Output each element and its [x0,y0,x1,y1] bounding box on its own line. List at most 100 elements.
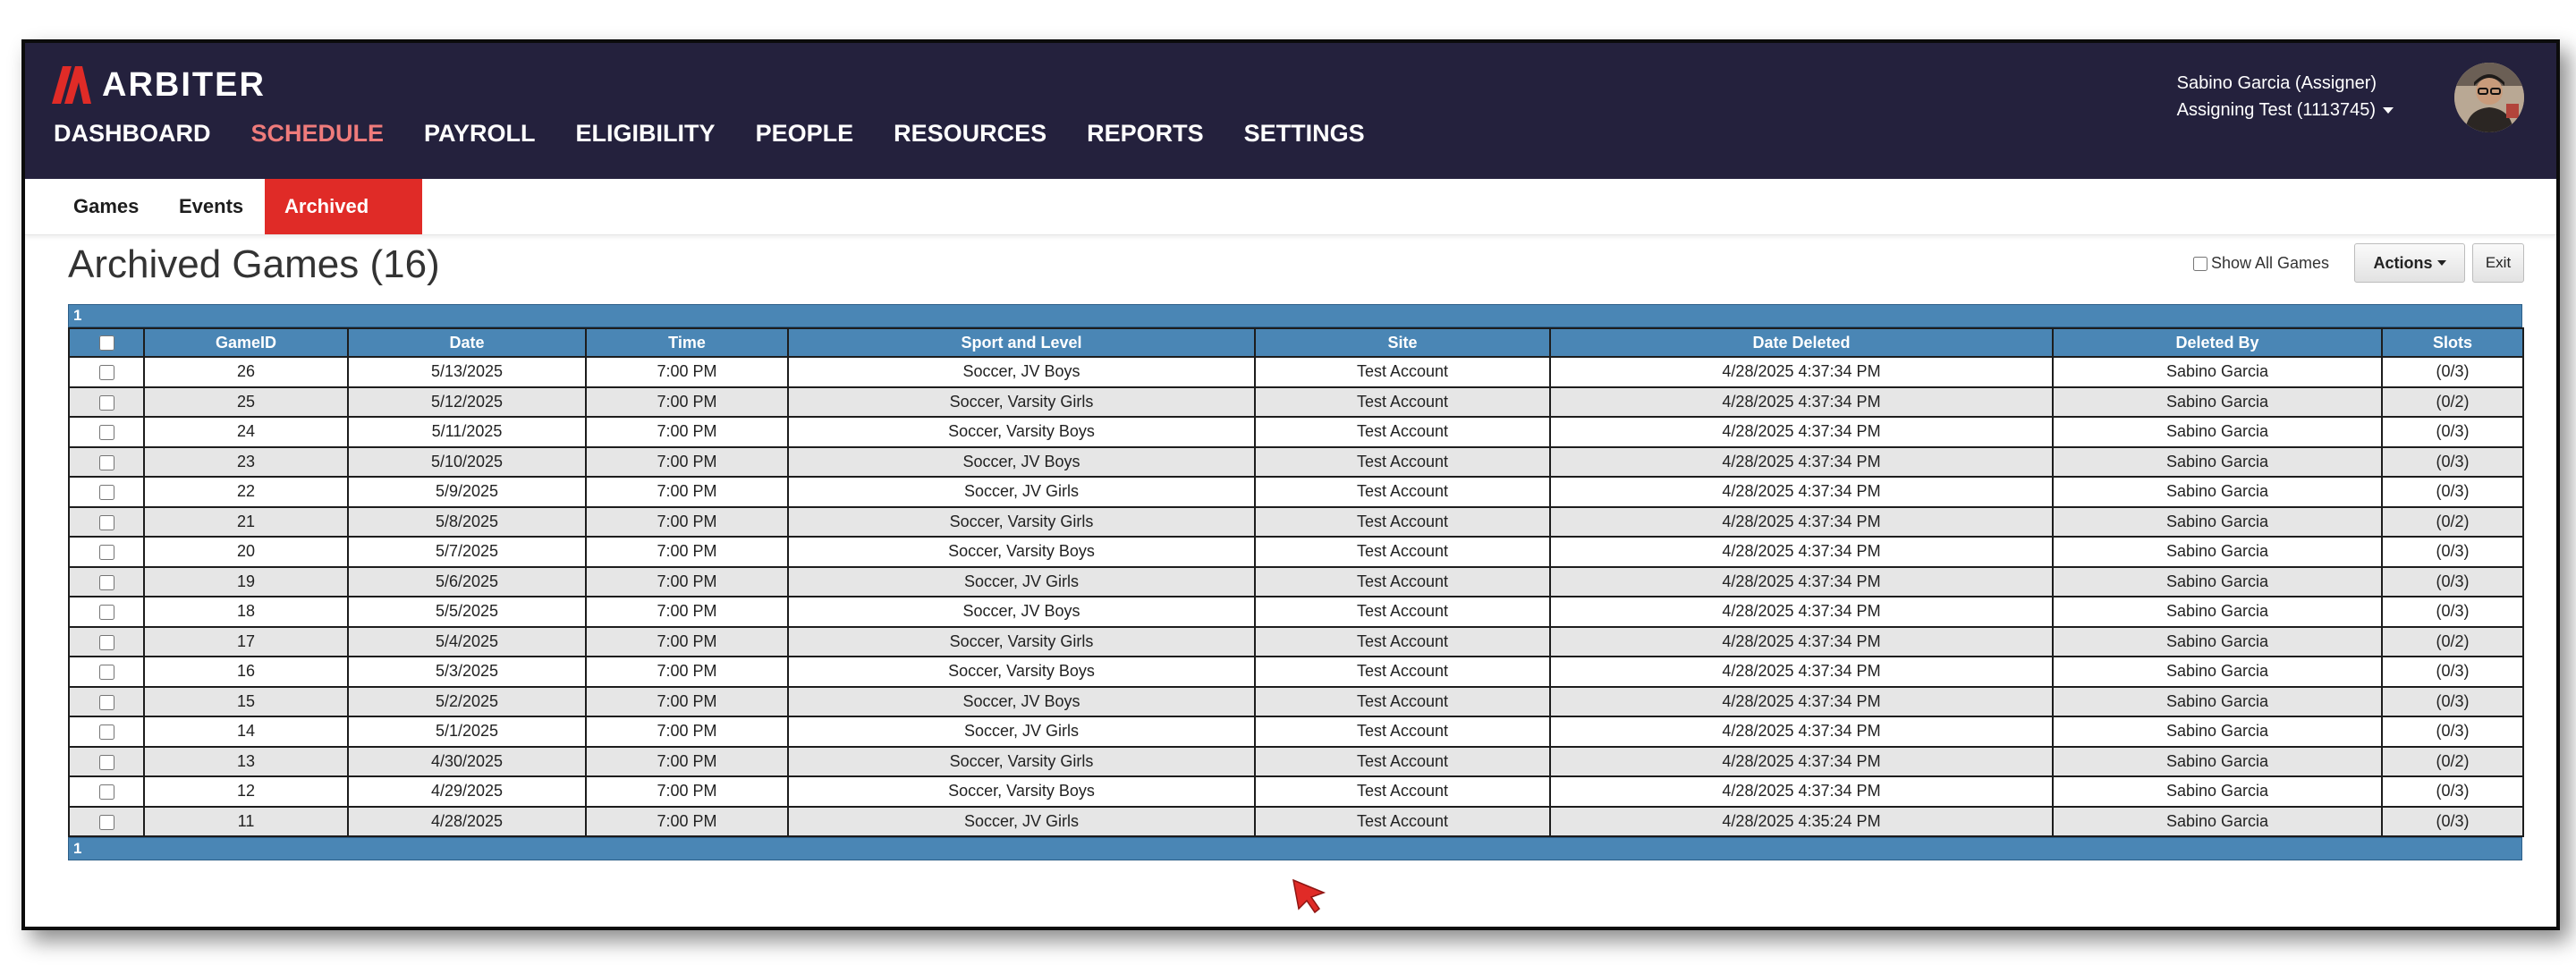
column-header-sport-level[interactable]: Sport and Level [787,327,1256,358]
row-select-cell [68,476,145,508]
nav-payroll[interactable]: PAYROLL [424,120,536,147]
column-header-deleted-by[interactable]: Deleted By [2052,327,2383,358]
row-select-checkbox[interactable] [98,514,114,530]
show-all-games-checkbox[interactable] [2193,256,2207,271]
user-name-role: Sabino Garcia (Assigner) [2176,73,2377,93]
row-select-cell [68,416,145,448]
table-row[interactable]: 20 5/7/2025 7:00 PM Soccer, Varsity Boys Tes… [68,536,2524,568]
nav-resources[interactable]: RESOURCES [894,120,1046,147]
cell-gameid: 15 [143,685,349,717]
cell-site: Test Account [1254,775,1551,808]
tab-events[interactable]: Events [159,179,263,234]
row-select-cell [68,656,145,688]
nav-schedule[interactable]: SCHEDULE [251,120,385,147]
table-row[interactable]: 18 5/5/2025 7:00 PM Soccer, JV Boys Test Acc… [68,596,2524,628]
cell-date-deleted: 4/28/2025 4:37:34 PM [1549,445,2054,478]
cell-date: 5/2/2025 [347,685,587,717]
row-select-checkbox[interactable] [98,394,114,411]
row-select-checkbox[interactable] [98,574,114,590]
nav-people[interactable]: PEOPLE [756,120,854,147]
row-select-checkbox[interactable] [98,694,114,710]
cell-date-deleted: 4/28/2025 4:37:34 PM [1549,416,2054,448]
cell-slots: (0/3) [2381,356,2524,388]
row-select-checkbox[interactable] [98,545,114,560]
caret-down-icon [2383,107,2394,114]
cell-date-deleted: 4/28/2025 4:37:34 PM [1549,476,2054,508]
select-all-checkbox[interactable] [98,335,114,352]
row-select-checkbox[interactable] [98,485,114,500]
tab-games[interactable]: Games [54,179,158,234]
table-row[interactable]: 15 5/2/2025 7:00 PM Soccer, JV Boys Test Acc… [68,685,2524,717]
cell-site: Test Account [1254,685,1551,717]
account-selector[interactable]: Assigning Test (1113745) [2177,97,2394,123]
row-select-cell [68,386,145,418]
row-select-checkbox[interactable] [98,665,114,680]
row-select-checkbox[interactable] [98,425,114,440]
table-row[interactable]: 19 5/6/2025 7:00 PM Soccer, JV Girls Test Ac… [68,565,2524,597]
tab-archived-games[interactable]: Archived Games [265,179,422,273]
table-row[interactable]: 17 5/4/2025 7:00 PM Soccer, Varsity Girls Te… [68,625,2524,657]
nav-settings[interactable]: SETTINGS [1244,120,1365,147]
cell-slots: (0/3) [2381,805,2524,837]
table-row[interactable]: 21 5/8/2025 7:00 PM Soccer, Varsity Girls Te… [68,505,2524,538]
cell-slots: (0/3) [2381,536,2524,568]
cell-site: Test Account [1254,716,1551,748]
column-header-gameid[interactable]: GameID [143,327,349,358]
cell-gameid: 24 [143,416,349,448]
table-row[interactable]: 25 5/12/2025 7:00 PM Soccer, Varsity Girls T… [68,386,2524,418]
table-row[interactable]: 16 5/3/2025 7:00 PM Soccer, Varsity Boys Tes… [68,656,2524,688]
actions-label: Actions [2373,253,2433,272]
cell-sport-level: Soccer, JV Boys [787,445,1256,478]
cell-slots: (0/3) [2381,656,2524,688]
column-header-slots[interactable]: Slots [2381,327,2524,358]
row-select-cell [68,625,145,657]
cell-site: Test Account [1254,386,1551,418]
nav-reports[interactable]: REPORTS [1087,120,1204,147]
row-select-checkbox[interactable] [98,365,114,380]
cell-site: Test Account [1254,505,1551,538]
user-menu[interactable]: Sabino Garcia (Assigner) Assigning Test … [2177,70,2394,123]
table-row[interactable]: 14 5/1/2025 7:00 PM Soccer, JV Girls Test Ac… [68,716,2524,748]
cell-site: Test Account [1254,745,1551,777]
cell-deleted-by: Sabino Garcia [2052,596,2383,628]
sub-nav: Games Events Archived Games [25,179,2556,273]
row-select-checkbox[interactable] [98,814,114,830]
cell-gameid: 20 [143,536,349,568]
column-header-site[interactable]: Site [1254,327,1551,358]
table-row[interactable]: 22 5/9/2025 7:00 PM Soccer, JV Girls Test Ac… [68,476,2524,508]
cell-slots: (0/3) [2381,775,2524,808]
nav-eligibility[interactable]: ELIGIBILITY [576,120,716,147]
table-row[interactable]: 26 5/13/2025 7:00 PM Soccer, JV Boys Test Ac… [68,356,2524,388]
cell-date-deleted: 4/28/2025 4:35:24 PM [1549,805,2054,837]
cell-date-deleted: 4/28/2025 4:37:34 PM [1549,685,2054,717]
actions-button[interactable]: Actions [2354,243,2465,283]
row-select-checkbox[interactable] [98,454,114,470]
cell-date: 4/30/2025 [347,745,587,777]
cell-date: 5/1/2025 [347,716,587,748]
table-row[interactable]: 12 4/29/2025 7:00 PM Soccer, Varsity Boys Te… [68,775,2524,808]
brand-logo[interactable]: ARBITER [52,66,266,104]
exit-button[interactable]: Exit [2472,243,2524,283]
show-all-games-toggle[interactable]: Show All Games [2193,254,2329,273]
cell-sport-level: Soccer, Varsity Girls [787,745,1256,777]
user-avatar[interactable] [2454,63,2524,132]
row-select-checkbox[interactable] [98,784,114,800]
pager-page-link[interactable]: 1 [73,840,81,857]
row-select-checkbox[interactable] [98,724,114,740]
row-select-checkbox[interactable] [98,754,114,770]
nav-dashboard[interactable]: DASHBOARD [54,120,211,147]
table-row[interactable]: 11 4/28/2025 7:00 PM Soccer, JV Girls Test A… [68,805,2524,837]
cell-date: 5/13/2025 [347,356,587,388]
cell-gameid: 13 [143,745,349,777]
column-header-date-deleted[interactable]: Date Deleted [1549,327,2054,358]
table-row[interactable]: 13 4/30/2025 7:00 PM Soccer, Varsity Girls T… [68,745,2524,777]
column-header-date[interactable]: Date [347,327,587,358]
pager-page-link[interactable]: 1 [73,307,81,324]
column-header-time[interactable]: Time [585,327,789,358]
table-row[interactable]: 23 5/10/2025 7:00 PM Soccer, JV Boys Test Ac… [68,445,2524,478]
main-nav: DASHBOARD SCHEDULE PAYROLL ELIGIBILITY P… [54,120,1365,147]
row-select-checkbox[interactable] [98,634,114,650]
table-row[interactable]: 24 5/11/2025 7:00 PM Soccer, Varsity Boys Te… [68,416,2524,448]
cell-sport-level: Soccer, Varsity Girls [787,505,1256,538]
row-select-checkbox[interactable] [98,605,114,620]
